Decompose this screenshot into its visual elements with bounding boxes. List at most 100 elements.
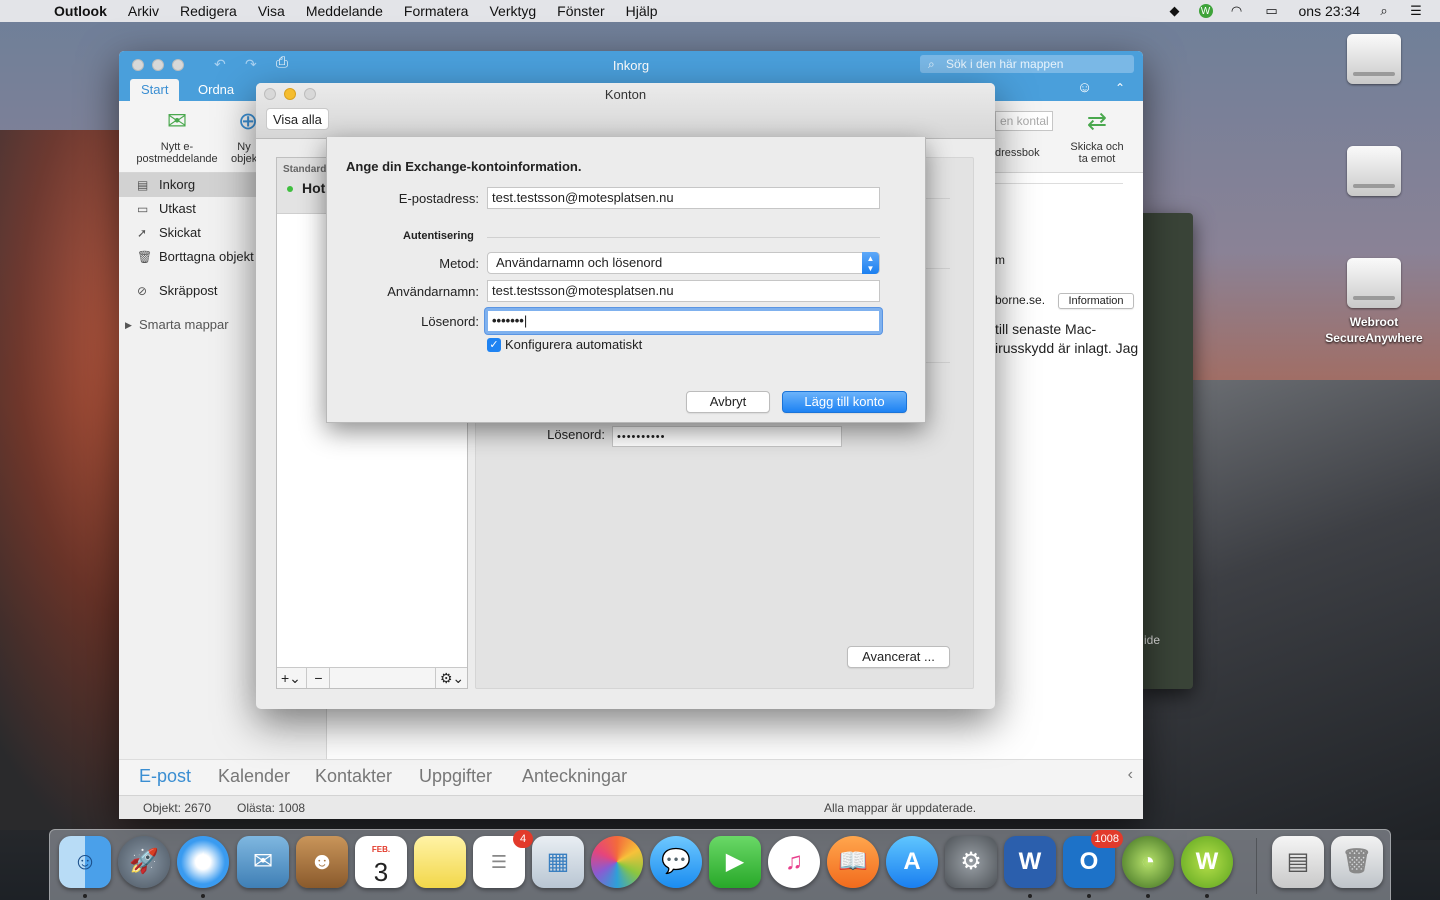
add-account-icon[interactable]: +⌄ <box>281 668 307 688</box>
menu-visa[interactable]: Visa <box>258 3 285 19</box>
menu-clock[interactable]: ons 23:34 <box>1299 3 1361 19</box>
dock-outlook-icon[interactable]: O 1008 <box>1063 830 1123 888</box>
nav-kontakter[interactable]: Kontakter <box>315 766 392 787</box>
remove-account-icon[interactable]: − <box>308 668 330 688</box>
hard-drive-icon <box>1347 146 1401 196</box>
menu-redigera[interactable]: Redigera <box>180 3 237 19</box>
dock-webroot-console-icon[interactable]: ◔ <box>1122 836 1174 888</box>
tab-ordna[interactable]: Ordna <box>187 79 245 101</box>
dock-calendar-icon[interactable]: FEB. 3 <box>355 836 407 888</box>
search-input[interactable]: ⌕ Sök i den här mappen <box>920 55 1134 73</box>
webroot-status-icon[interactable]: W <box>1198 4 1213 18</box>
auto-config-label: Konfigurera automatiskt <box>505 337 643 352</box>
send-receive-button[interactable]: ⇄ Skicka och ta emot <box>1065 107 1129 165</box>
message-body-line-1: till senaste Mac- <box>995 321 1097 337</box>
detail-password-field[interactable]: •••••••••• <box>612 426 842 447</box>
wifi-icon[interactable]: ◠ <box>1229 3 1245 18</box>
tab-start[interactable]: Start <box>130 79 180 101</box>
account-list-item: Hot <box>302 180 326 196</box>
auto-config-checkbox[interactable]: ✓ <box>487 338 501 352</box>
dock-notes-icon[interactable] <box>414 836 466 888</box>
address-book-button[interactable]: dressbok <box>995 147 1040 159</box>
method-label: Metod: <box>439 256 479 271</box>
spotlight-icon[interactable]: ⌕ <box>1376 3 1392 18</box>
collapse-ribbon-icon[interactable]: ⌃ <box>1115 81 1125 95</box>
dropbox-icon[interactable]: ◆ <box>1167 3 1183 18</box>
search-placeholder: Sök i den här mappen <box>946 57 1064 71</box>
online-status-icon <box>287 186 293 192</box>
auth-section-title: Autentisering <box>403 230 474 242</box>
nav-collapse-icon[interactable]: ‹ <box>1128 766 1133 784</box>
dock-app-store-icon[interactable]: A <box>886 836 938 888</box>
feedback-smiley-icon[interactable]: ☺ <box>1077 79 1092 96</box>
account-actions-gear-icon[interactable]: ⚙⌄ <box>435 668 468 688</box>
status-bar: Objekt: 2670 Olästa: 1008 Alla mappar är… <box>119 795 1143 819</box>
nav-uppgifter[interactable]: Uppgifter <box>419 766 492 787</box>
account-list-header: Standard <box>283 164 327 175</box>
dock-finder-icon[interactable]: ☺ <box>59 836 111 888</box>
dock-trash-icon[interactable]: 🗑 <box>1331 836 1383 888</box>
desktop-webroot[interactable]: Webroot SecureAnywhere <box>1324 258 1424 346</box>
folder-label: Borttagna objekt <box>159 249 254 264</box>
menu-formatera[interactable]: Formatera <box>404 3 469 19</box>
show-all-button[interactable]: Visa alla <box>266 108 329 130</box>
dock-system-preferences-icon[interactable]: ⚙ <box>945 836 997 888</box>
dock-ibooks-icon[interactable]: 📖 <box>827 836 879 888</box>
dock-webroot-icon[interactable]: W <box>1181 836 1233 888</box>
advanced-button[interactable]: Avancerat ... <box>847 646 950 668</box>
calendar-day: 3 <box>373 857 389 887</box>
desktop-drive-2[interactable] <box>1324 146 1424 202</box>
battery-icon[interactable]: ▭ <box>1261 3 1283 18</box>
dock-facetime-icon[interactable]: ▶ <box>709 836 761 888</box>
cancel-button[interactable]: Avbryt <box>686 391 770 413</box>
nav-e-post[interactable]: E-post <box>139 766 191 787</box>
drafts-icon: ▭ <box>137 202 149 216</box>
nav-anteckningar[interactable]: Anteckningar <box>522 766 627 787</box>
dock-preview-icon[interactable]: ▦ <box>532 836 584 888</box>
dock-safari-icon[interactable]: ✧ <box>177 836 229 888</box>
desktop-drive-1[interactable] <box>1324 34 1424 90</box>
dock-photos-icon[interactable] <box>591 836 643 888</box>
background-window[interactable]: ide <box>1140 213 1193 689</box>
sheet-heading: Ange din Exchange-kontoinformation. <box>346 159 582 174</box>
text-cursor: | <box>523 313 528 328</box>
menu-bar: Outlook Arkiv Redigera Visa Meddelande F… <box>0 0 1440 22</box>
folder-label: Utkast <box>159 201 196 216</box>
menu-app-name[interactable]: Outlook <box>54 3 107 19</box>
dock-itunes-icon[interactable]: ♫ <box>768 836 820 888</box>
running-indicator <box>201 894 205 898</box>
find-contact-input[interactable]: en kontal <box>995 111 1053 131</box>
email-label: E-postadress: <box>398 191 479 206</box>
dock-downloads-stack-icon[interactable]: ▤ <box>1272 836 1324 888</box>
dock-contacts-icon[interactable]: ☻ <box>296 836 348 888</box>
password-field[interactable]: •••••••| <box>485 308 882 334</box>
new-mail-button[interactable]: ✉ Nytt e-postmeddelande <box>125 107 229 165</box>
method-select[interactable]: Användarnamn och lösenord ▲ ▼ <box>487 252 880 274</box>
menu-hjalp[interactable]: Hjälp <box>626 3 658 19</box>
menu-fonster[interactable]: Fönster <box>557 3 604 19</box>
menu-meddelande[interactable]: Meddelande <box>306 3 383 19</box>
dock-mail-icon[interactable]: ✉ <box>237 836 289 888</box>
dock-launchpad-icon[interactable]: 🚀 <box>118 836 170 888</box>
username-field[interactable]: test.testsson@motesplatsen.nu <box>487 280 880 302</box>
calendar-month: FEB. <box>371 845 391 854</box>
detail-password-label: Lösenord: <box>547 427 605 442</box>
dock-reminders-icon[interactable]: ☰ 4 <box>473 830 533 888</box>
password-value: ••••••• <box>492 313 524 328</box>
information-button[interactable]: Information <box>1058 293 1134 309</box>
reminders-badge: 4 <box>513 830 533 848</box>
nav-kalender[interactable]: Kalender <box>218 766 290 787</box>
dock-word-icon[interactable]: W <box>1004 836 1056 888</box>
message-fragment: m <box>995 253 1005 267</box>
running-indicator <box>83 894 87 898</box>
dock-messages-icon[interactable]: 💬 <box>650 836 702 888</box>
add-account-button[interactable]: Lägg till konto <box>782 391 907 413</box>
divider <box>487 237 880 238</box>
notification-center-icon[interactable]: ☰ <box>1408 3 1424 18</box>
chevron-updown-icon: ▲ ▼ <box>862 252 879 274</box>
menu-arkiv[interactable]: Arkiv <box>128 3 159 19</box>
menu-verktyg[interactable]: Verktyg <box>489 3 536 19</box>
email-field[interactable]: test.testsson@motesplatsen.nu <box>487 187 880 209</box>
module-navigation: E-post Kalender Kontakter Uppgifter Ante… <box>119 759 1143 795</box>
message-body-line-2: irusskydd är inlagt. Jag <box>995 340 1139 356</box>
